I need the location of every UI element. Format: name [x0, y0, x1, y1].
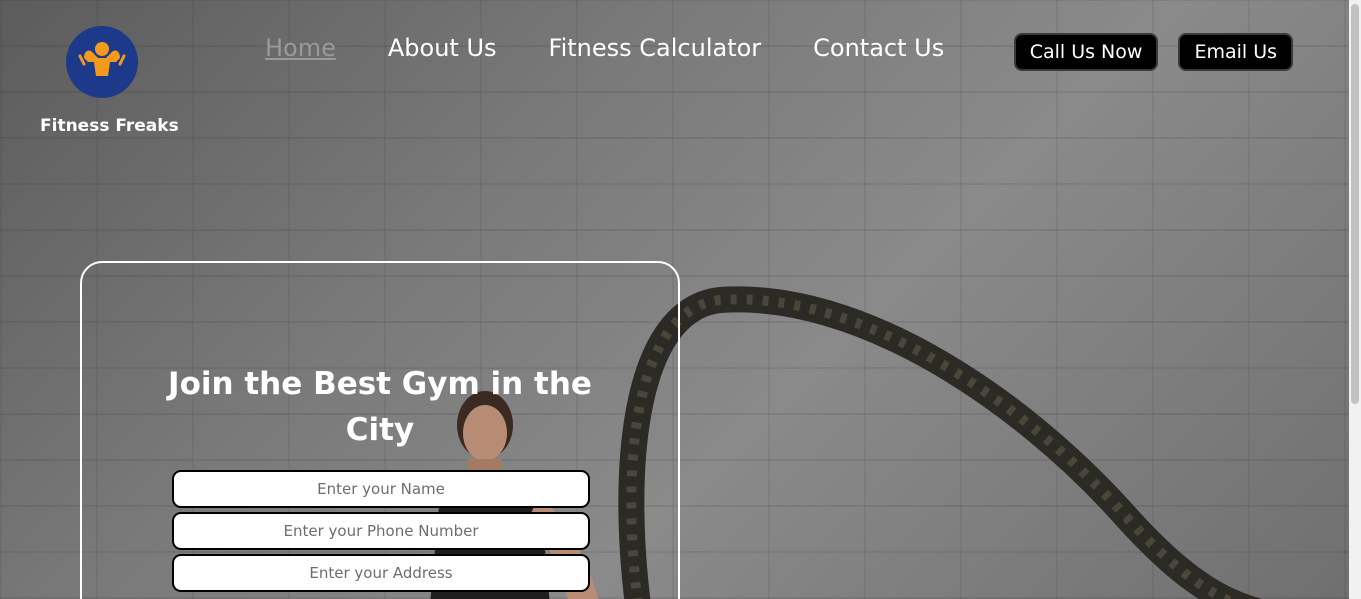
email-us-button[interactable]: Email Us [1178, 33, 1293, 71]
nav-item-about-us[interactable]: About Us [388, 34, 497, 62]
flexing-man-icon[interactable] [66, 26, 138, 98]
join-form [172, 470, 590, 596]
join-form-card: Join the Best Gym in the City [80, 261, 680, 599]
brand-name: Fitness Freaks [40, 116, 179, 136]
join-title: Join the Best Gym in the City [168, 366, 592, 448]
brand[interactable]: Fitness Freaks [40, 26, 179, 136]
address-input[interactable] [172, 554, 590, 592]
main-nav: Home About Us Fitness Calculator Contact… [265, 34, 944, 62]
name-input[interactable] [172, 470, 590, 508]
phone-input[interactable] [172, 512, 590, 550]
scrollbar-thumb[interactable] [1351, 4, 1359, 404]
cta-buttons: Call Us Now Email Us [1013, 33, 1293, 71]
battle-rope-image [618, 286, 1263, 599]
nav-item-contact-us[interactable]: Contact Us [813, 34, 944, 62]
page-scrollbar[interactable] [1349, 0, 1361, 599]
nav-item-home[interactable]: Home [265, 34, 336, 62]
nav-item-fitness-calculator[interactable]: Fitness Calculator [549, 34, 762, 62]
call-us-now-button[interactable]: Call Us Now [1013, 33, 1159, 71]
site-header: Fitness Freaks Home About Us Fitness Cal… [0, 0, 1349, 150]
